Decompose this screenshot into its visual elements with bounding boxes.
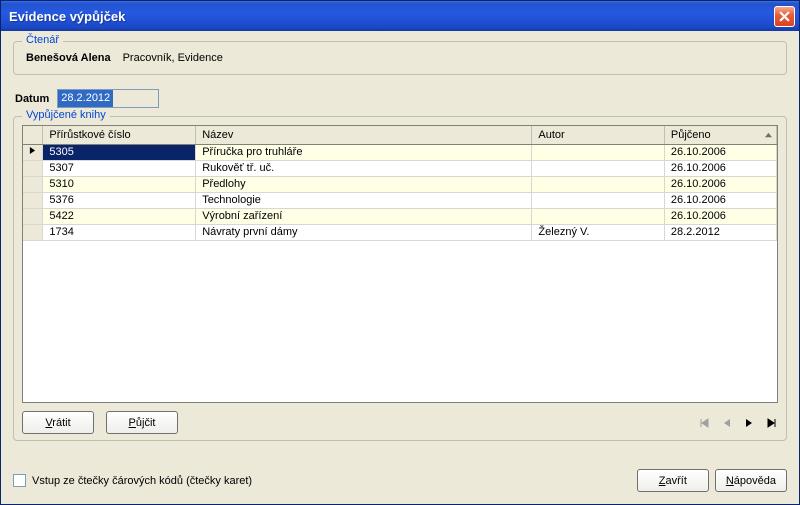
books-legend: Vypůjčené knihy — [22, 109, 110, 121]
help-button[interactable]: Nápověda — [715, 469, 787, 492]
cell-loaned[interactable]: 26.10.2006 — [664, 160, 776, 176]
reader-name: Benešová Alena — [26, 52, 111, 64]
window-title: Evidence výpůjček — [9, 9, 774, 24]
date-input[interactable]: 28.2.2012 — [57, 89, 159, 108]
lend-button[interactable]: Půjčit — [106, 411, 178, 434]
cell-loaned[interactable]: 26.10.2006 — [664, 208, 776, 224]
nav-prev-icon[interactable] — [720, 416, 734, 430]
row-marker — [23, 208, 43, 224]
date-label: Datum — [15, 93, 49, 105]
cell-number[interactable]: 1734 — [43, 224, 196, 240]
row-marker — [23, 192, 43, 208]
nav-next-icon[interactable] — [742, 416, 756, 430]
cell-loaned[interactable]: 26.10.2006 — [664, 192, 776, 208]
header-author[interactable]: Autor — [532, 126, 664, 144]
cell-author[interactable] — [532, 144, 664, 160]
barcode-checkbox-label[interactable]: Vstup ze čtečky čárových kódů (čtečky ka… — [32, 475, 252, 487]
date-row: Datum 28.2.2012 — [13, 85, 787, 116]
row-marker — [23, 176, 43, 192]
cell-author[interactable] — [532, 208, 664, 224]
cell-author[interactable] — [532, 160, 664, 176]
table-row[interactable]: 5307Rukověť tř. uč. 26.10.2006 — [23, 160, 777, 176]
cell-loaned[interactable]: 28.2.2012 — [664, 224, 776, 240]
table-row[interactable]: 5305Příručka pro truhláře 26.10.2006 — [23, 144, 777, 160]
header-number[interactable]: Přírůstkové číslo — [43, 126, 196, 144]
nav-last-icon[interactable] — [764, 416, 778, 430]
footer: Vstup ze čtečky čárových kódů (čtečky ka… — [1, 459, 799, 504]
reader-groupbox: Čtenář Benešová Alena Pracovník, Evidenc… — [13, 41, 787, 75]
table-row[interactable]: 5310Předlohy 26.10.2006 — [23, 176, 777, 192]
cell-author[interactable] — [532, 176, 664, 192]
date-value: 28.2.2012 — [58, 90, 113, 107]
return-button[interactable]: Vrátit — [22, 411, 94, 434]
cell-number[interactable]: 5305 — [43, 144, 196, 160]
cell-number[interactable]: 5307 — [43, 160, 196, 176]
window: Evidence výpůjček Čtenář Benešová Alena … — [0, 0, 800, 505]
cell-author[interactable]: Železný V. — [532, 224, 664, 240]
books-groupbox: Vypůjčené knihy Přírůstkové číslo Název … — [13, 116, 787, 441]
cell-title[interactable]: Výrobní zařízení — [196, 208, 532, 224]
header-rowmark — [23, 126, 43, 144]
row-marker — [23, 144, 43, 160]
cell-number[interactable]: 5422 — [43, 208, 196, 224]
content: Čtenář Benešová Alena Pracovník, Evidenc… — [1, 31, 799, 459]
close-button[interactable]: Zavřít — [637, 469, 709, 492]
cell-loaned[interactable]: 26.10.2006 — [664, 144, 776, 160]
table-row[interactable]: 5422Výrobní zařízení 26.10.2006 — [23, 208, 777, 224]
cell-number[interactable]: 5310 — [43, 176, 196, 192]
cell-title[interactable]: Návraty první dámy — [196, 224, 532, 240]
row-marker — [23, 224, 43, 240]
close-icon[interactable] — [774, 6, 795, 27]
record-navigator — [698, 416, 778, 430]
reader-detail: Pracovník, Evidence — [123, 52, 223, 64]
cell-title[interactable]: Předlohy — [196, 176, 532, 192]
row-marker — [23, 160, 43, 176]
nav-first-icon[interactable] — [698, 416, 712, 430]
cell-title[interactable]: Rukověť tř. uč. — [196, 160, 532, 176]
cell-title[interactable]: Příručka pro truhláře — [196, 144, 532, 160]
barcode-checkbox[interactable] — [13, 474, 26, 487]
table-row[interactable]: 5376Technologie 26.10.2006 — [23, 192, 777, 208]
cell-author[interactable] — [532, 192, 664, 208]
reader-legend: Čtenář — [22, 34, 63, 46]
sort-asc-icon — [765, 132, 772, 139]
current-row-icon — [29, 146, 36, 155]
cell-loaned[interactable]: 26.10.2006 — [664, 176, 776, 192]
table-row[interactable]: 1734Návraty první dámyŽelezný V.28.2.201… — [23, 224, 777, 240]
grid-buttons: Vrátit Půjčit — [22, 403, 778, 434]
header-loaned[interactable]: Půjčeno — [664, 126, 776, 144]
cell-title[interactable]: Technologie — [196, 192, 532, 208]
cell-number[interactable]: 5376 — [43, 192, 196, 208]
books-grid[interactable]: Přírůstkové číslo Název Autor Půjčeno 53… — [22, 125, 778, 403]
header-title[interactable]: Název — [196, 126, 532, 144]
titlebar[interactable]: Evidence výpůjček — [1, 1, 799, 31]
